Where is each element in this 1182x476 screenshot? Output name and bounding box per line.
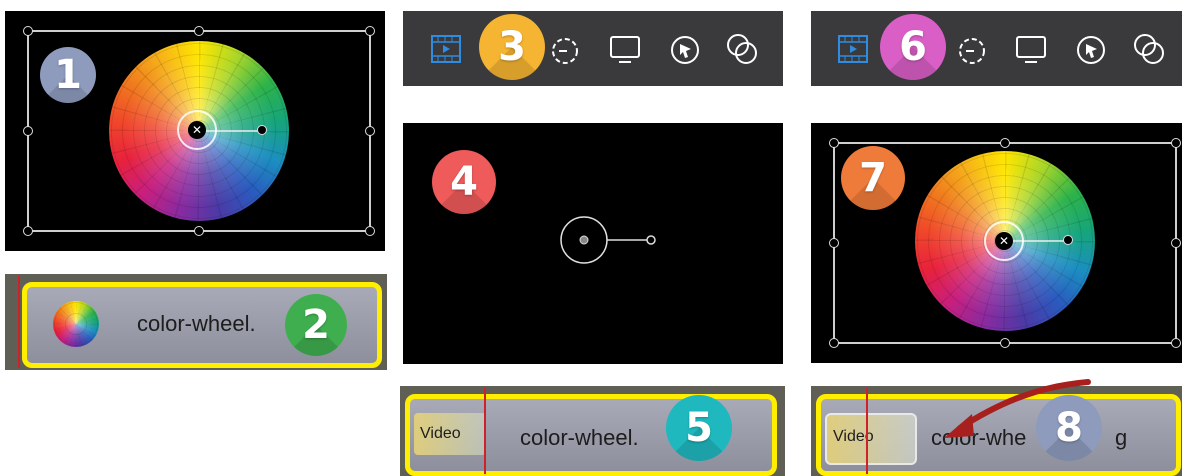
playhead-8[interactable] — [866, 388, 868, 474]
resize-handle-ml[interactable] — [829, 238, 839, 248]
film-strip-icon[interactable] — [431, 35, 461, 63]
resize-handle-br[interactable] — [1171, 338, 1181, 348]
playhead-5[interactable] — [484, 388, 486, 474]
overlap-circles-icon[interactable] — [1132, 32, 1166, 66]
rotation-handle-7[interactable] — [1063, 235, 1073, 245]
playhead[interactable] — [18, 276, 20, 368]
cursor-icon[interactable] — [669, 34, 701, 66]
cursor-icon[interactable] — [1075, 34, 1107, 66]
resize-handle-br[interactable] — [365, 226, 375, 236]
step-badge-5: 5 — [666, 395, 732, 461]
resize-handle-mr[interactable] — [365, 126, 375, 136]
step-badge-1: 1 — [40, 47, 96, 103]
video-tag-8: Video — [825, 413, 917, 465]
step-badge-3: 3 — [479, 14, 545, 80]
retime-icon[interactable] — [956, 34, 988, 66]
resize-handle-tr[interactable] — [1171, 138, 1181, 148]
resize-handle-tr[interactable] — [365, 26, 375, 36]
rotation-handle[interactable] — [257, 125, 267, 135]
step-badge-7: 7 — [841, 146, 905, 210]
display-icon[interactable] — [609, 35, 641, 65]
film-strip-icon[interactable] — [838, 35, 868, 63]
video-tag: Video — [414, 413, 486, 455]
clip-thumbnail — [53, 301, 99, 347]
toolbar-panel-3 — [403, 11, 783, 86]
clip-name: color-wheel. — [137, 311, 256, 336]
toolbar-panel-6 — [811, 11, 1182, 86]
step-badge-6: 6 — [880, 14, 946, 80]
resize-handle-mr[interactable] — [1171, 238, 1181, 248]
display-icon[interactable] — [1015, 35, 1047, 65]
resize-handle-bl[interactable] — [829, 338, 839, 348]
resize-handle-tm[interactable] — [194, 26, 204, 36]
resize-handle-tl[interactable] — [23, 26, 33, 36]
resize-handle-bm[interactable] — [1000, 338, 1010, 348]
step-badge-4: 4 — [432, 150, 496, 214]
retime-icon[interactable] — [549, 34, 581, 66]
close-icon[interactable]: ✕ — [188, 121, 206, 139]
clip-name-5: color-wheel. — [520, 425, 639, 450]
resize-handle-bm[interactable] — [194, 226, 204, 236]
resize-handle-bl[interactable] — [23, 226, 33, 236]
step-badge-2: 2 — [285, 294, 347, 356]
resize-handle-tl[interactable] — [829, 138, 839, 148]
close-icon[interactable]: ✕ — [995, 232, 1013, 250]
resize-handle-ml[interactable] — [23, 126, 33, 136]
resize-handle-tm[interactable] — [1000, 138, 1010, 148]
clip-name-tail-8: g — [1115, 425, 1128, 450]
overlap-circles-icon[interactable] — [725, 32, 759, 66]
